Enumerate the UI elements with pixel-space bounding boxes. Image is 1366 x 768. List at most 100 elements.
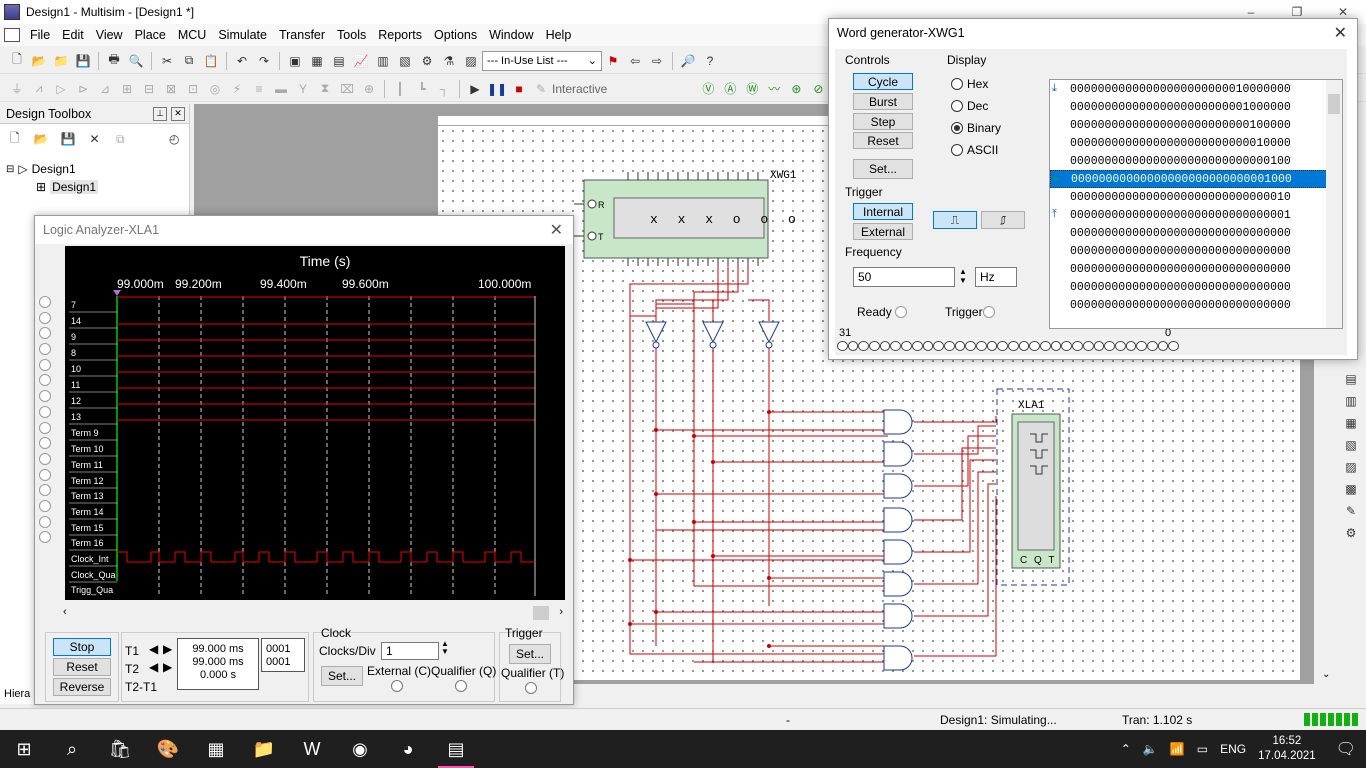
clocks-div-input[interactable]: 1 [381,642,439,660]
reset-button[interactable]: Reset [53,658,111,676]
frequency-stepper-icon[interactable]: ▲ ▼ [959,267,967,285]
qualifier-q-radio[interactable] [455,680,467,692]
postprocessor-icon[interactable]: ▥ [374,52,392,70]
battery-icon[interactable]: ▭ [1197,742,1208,756]
indicator-icon[interactable]: ◎ [206,80,224,98]
place-junction-icon[interactable]: ┐ [435,80,453,98]
back-annotate-icon[interactable]: ⇦ [626,52,644,70]
in-use-list-dropdown[interactable]: --- In-Use List --- ⌄ [482,50,602,71]
menu-file[interactable]: File [24,28,56,42]
peripheral-icon[interactable]: ▬ [272,80,290,98]
menu-place[interactable]: Place [129,28,172,42]
scroll-left-icon[interactable]: ‹ [63,606,67,618]
interactive-icon[interactable]: ✎ [532,80,550,98]
zoom-icon[interactable]: ◉ [336,730,384,768]
ercheck-icon[interactable]: ⚙ [418,52,436,70]
open-design-icon[interactable]: 📂 [34,130,49,148]
scroll-right-icon[interactable]: › [559,606,563,618]
file-explorer-icon[interactable]: 📁 [240,730,288,768]
language-indicator[interactable]: ENG [1220,742,1246,756]
place-connector-icon[interactable]: ┗ [413,80,431,98]
stop-icon[interactable]: ■ [510,80,528,98]
ttl-icon[interactable]: ⊞ [118,80,136,98]
rf-icon[interactable]: Y [294,80,312,98]
frequency-input[interactable]: 50 [853,267,955,287]
clock-set-button[interactable]: Set... [321,666,363,686]
step-button[interactable]: Step [853,113,913,130]
print-preview-icon[interactable]: 🔍 [127,52,145,70]
word-row[interactable]: 00000000000000000000000000100000 [1050,116,1342,134]
source-icon[interactable]: ⏚ [8,80,26,98]
menu-mcu[interactable]: MCU [172,28,212,42]
word-row[interactable]: 00000000000000000000000000000000 [1050,260,1342,278]
t2-left-arrow-icon[interactable]: ◀ [149,660,158,674]
t1-right-arrow-icon[interactable]: ▶ [163,642,172,656]
mcu-icon[interactable]: ⌧ [338,80,356,98]
function-gen-icon[interactable]: ⊛ [787,80,805,98]
volume-icon[interactable]: 🔈 [1143,742,1158,756]
grapher-icon[interactable]: 📈 [352,52,370,70]
word-row[interactable]: 00000000000000000000000000000000 [1050,242,1342,260]
word-row[interactable]: 00000000000000000000000000000000 [1050,278,1342,296]
paint-icon[interactable]: 🎨 [144,730,192,768]
word-row[interactable]: 00000000000000000000000000010000 [1050,134,1342,152]
menu-help[interactable]: Help [540,28,578,42]
toolbox-close-button[interactable]: ✕ [171,106,185,121]
redo-icon[interactable]: ↷ [255,52,273,70]
tree-child-item[interactable]: ⊞ Design1 [6,178,183,196]
trigger-external-button[interactable]: External [853,223,913,240]
voltmeter-icon[interactable]: Ⓥ [699,80,717,98]
hierarchy-view-icon[interactable]: ◴ [167,130,181,148]
word-row[interactable]: 00000000000000000000000000000000 [1050,296,1342,314]
t1-left-arrow-icon[interactable]: ◀ [149,642,158,656]
store-icon[interactable]: 🛍 [96,730,144,768]
inverter-gates[interactable] [645,321,780,349]
windows-start-icon[interactable]: ⊞ [0,730,48,768]
cycle-button[interactable]: Cycle [853,73,913,90]
word-icon[interactable]: W [288,730,336,768]
display-binary-radio[interactable]: Binary [951,117,1001,139]
bode-icon[interactable]: ⊘ [809,80,827,98]
paste-icon[interactable]: 📋 [202,52,220,70]
rising-edge-button[interactable]: ⎍ [933,211,977,229]
tree-root-item[interactable]: ⊟ ▷ Design1 [6,160,183,178]
ammeter-icon[interactable]: Ⓐ [721,80,739,98]
menu-view[interactable]: View [90,28,129,42]
cmos-icon[interactable]: ⊟ [140,80,158,98]
document-icon[interactable] [4,28,20,42]
instrument-2-icon[interactable]: ▥ [1342,392,1360,410]
tray-chevron-icon[interactable]: ⌃ [1121,742,1131,756]
place-bus-icon[interactable]: ┃ [391,80,409,98]
pause-icon[interactable]: ❚❚ [487,80,507,98]
toolbox-pin-button[interactable]: ⊥ [153,106,167,121]
word-list-scroll-thumb[interactable] [1328,94,1340,114]
trigger-internal-button[interactable]: Internal [853,203,913,220]
stop-button[interactable]: Stop [53,638,111,656]
instrument-6-icon[interactable]: ▩ [1342,480,1360,498]
forward-annotate-icon[interactable]: ⇨ [648,52,666,70]
mixed-icon[interactable]: ⊡ [184,80,202,98]
instrument-8-icon[interactable]: ⚙ [1342,524,1360,542]
open-icon[interactable]: 📂 [30,52,48,70]
cut-icon[interactable]: ✂ [158,52,176,70]
word-list[interactable]: ⤓ 00000000000000000000000010000000 000000… [1049,79,1343,329]
reset-button[interactable]: Reset [853,132,913,149]
instrument-7-icon[interactable]: ✎ [1342,502,1360,520]
save-design-icon[interactable]: 💾 [61,130,76,148]
scroll-thumb[interactable] [533,606,549,620]
menu-reports[interactable]: Reports [372,28,428,42]
analog-icon[interactable]: ⊿ [96,80,114,98]
open-sample-icon[interactable]: 📁 [52,52,70,70]
save-icon[interactable]: 💾 [74,52,92,70]
basic-icon[interactable]: ⩘ [30,80,48,98]
breadboard-icon[interactable]: ▧ [396,52,414,70]
menu-transfer[interactable]: Transfer [273,28,331,42]
word-row[interactable]: 00000000000000000000000000000000 [1050,224,1342,242]
word-row[interactable]: 00000000000000000000000000000100 [1050,152,1342,170]
firefox-icon[interactable]: ◕ [384,730,432,768]
and-gates[interactable] [883,409,913,671]
menu-options[interactable]: Options [428,28,483,42]
search-icon[interactable]: ⌕ [48,730,96,768]
word-list-scrollbar[interactable] [1326,80,1342,328]
copy-design-icon[interactable]: ⧉ [113,130,127,148]
